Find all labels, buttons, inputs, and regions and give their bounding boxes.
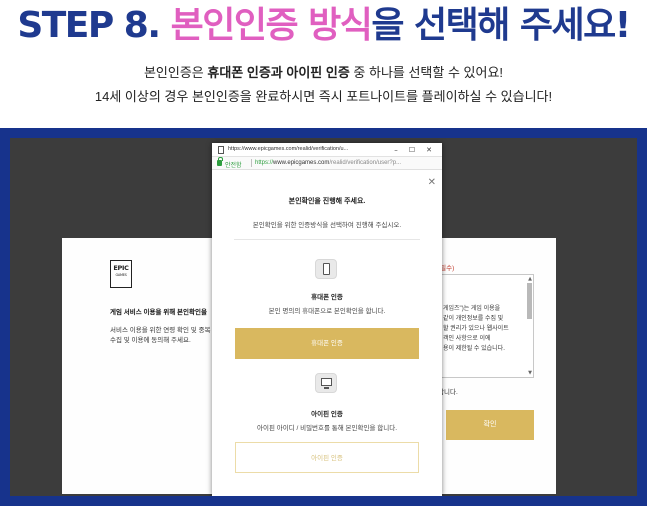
epic-games-logo: EPIC GAMES: [110, 260, 132, 288]
intro-line-1-post: 중 하나를 선택할 수 있어요!: [349, 65, 504, 80]
address-scheme: https://: [255, 159, 274, 166]
address-path: /realid/verification/user?p...: [329, 159, 402, 166]
terms-line: 용이 제한될 수 있습니다.: [443, 346, 505, 352]
scroll-down-arrow-icon[interactable]: ▼: [528, 370, 532, 376]
address-bar[interactable]: 안전함 https://www.epicgames.com/realid/ver…: [212, 157, 442, 170]
ipin-method-label: 아이핀 인증: [311, 411, 343, 418]
dimmed-backdrop: EPIC GAMES 게임 서비스 이용을 위해 본인확인을 서비스 이용을 위…: [10, 138, 637, 496]
terms-line: 객인 사항으로 이에: [443, 336, 491, 342]
titlebar-url: https://www.epicgames.com/realid/verific…: [228, 146, 349, 152]
intro-line-1: 본인인증은 휴대폰 인증과 아이핀 인증 중 하나를 선택할 수 있어요!: [0, 62, 647, 81]
step-heading: STEP 8. 본인인증 방식을 선택해 주세요!: [0, 2, 647, 50]
phone-glyph: [323, 263, 330, 275]
popup-title: 본인확인을 진행해 주세요.: [288, 198, 366, 205]
close-window-icon[interactable]: ✕: [423, 144, 435, 156]
consent-body-1: 서비스 이용을 위한 연령 확인 및 중복: [110, 327, 211, 334]
terms-line: 같이 개인정보를 수집 및: [443, 316, 504, 322]
terms-line: 할 권리가 있으나 웹사이트: [443, 326, 509, 332]
intro-line-1-bold: 휴대폰 인증과 아이핀 인증: [207, 65, 350, 80]
terms-box[interactable]: 게임즈")는 게임 이용을 같이 개인정보를 수집 및 할 권리가 있으나 웹사…: [438, 274, 534, 378]
maximize-icon[interactable]: ☐: [406, 144, 418, 156]
address-separator: [251, 159, 252, 167]
close-popup-icon[interactable]: ✕: [428, 177, 436, 188]
screenshot-frame: EPIC GAMES 게임 서비스 이용을 위해 본인확인을 서비스 이용을 위…: [0, 128, 647, 506]
logo-subtext: GAMES: [115, 273, 127, 277]
verification-popup-window: https://www.epicgames.com/realid/verific…: [212, 143, 442, 496]
scrollbar-thumb[interactable]: [527, 283, 532, 319]
mobile-phone-icon: [315, 259, 337, 279]
confirm-button[interactable]: 확인: [446, 410, 534, 440]
secure-label: 안전함: [225, 162, 242, 169]
ipin-method-desc: 아이핀 아이디 / 비밀번호를 통해 본인확인을 합니다.: [256, 425, 398, 432]
ipin-monitor-icon: [315, 373, 337, 393]
monitor-glyph: [321, 378, 332, 386]
lock-icon: [217, 157, 223, 166]
mobile-method-desc: 본인 명의의 휴대폰으로 본인확인을 합니다.: [268, 308, 386, 315]
ipin-verify-button[interactable]: 아이핀 인증: [235, 442, 419, 473]
scroll-up-arrow-icon[interactable]: ▲: [528, 276, 532, 282]
intro-line-2: 14세 이상의 경우 본인인증을 완료하시면 즉시 포트나이트를 플레이하실 수…: [94, 89, 553, 104]
mobile-verify-button[interactable]: 휴대폰 인증: [235, 328, 419, 359]
minimize-icon[interactable]: –: [390, 144, 402, 156]
intro-line-1-pre: 본인인증은: [143, 65, 208, 80]
step-tail: 을 선택해 주세요!: [371, 5, 631, 46]
window-titlebar: https://www.epicgames.com/realid/verific…: [212, 143, 442, 157]
step-number: STEP 8.: [17, 5, 161, 46]
consent-heading: 게임 서비스 이용을 위해 본인확인을: [110, 309, 207, 316]
logo-text: EPIC: [113, 264, 129, 272]
page-icon: [218, 146, 224, 154]
monitor-stand: [324, 387, 329, 389]
consent-body-2: 수집 및 이용에 동의해 주세요.: [110, 337, 191, 344]
divider: [234, 239, 420, 240]
address-domain: www.epicgames.com: [273, 159, 330, 166]
step-highlight: 본인인증 방식: [170, 5, 373, 46]
mobile-method-label: 휴대폰 인증: [311, 294, 343, 301]
terms-line: 게임즈")는 게임 이용을: [443, 306, 501, 312]
address-url[interactable]: https://www.epicgames.com/realid/verific…: [255, 160, 401, 166]
popup-subtitle: 본인확인을 위한 인증방식을 선택하여 진행해 주십시오.: [252, 222, 402, 229]
